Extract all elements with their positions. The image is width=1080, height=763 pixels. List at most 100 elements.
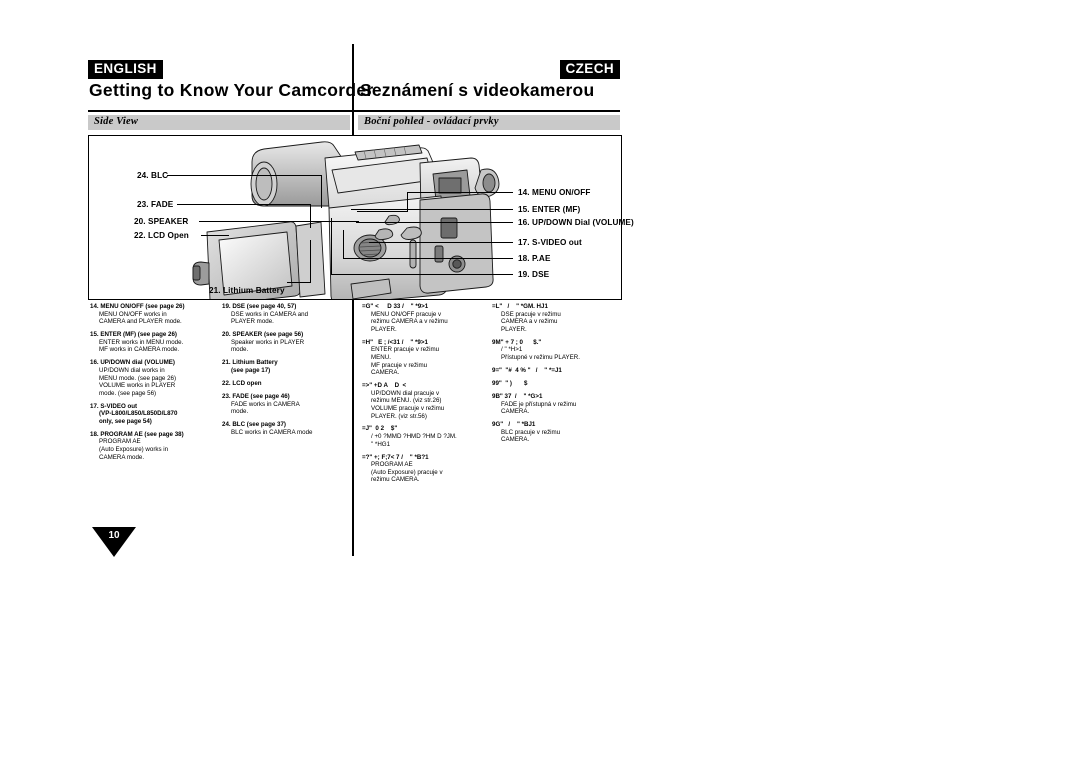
manual-entry: 9B" 37 / " *G>1 FADE je přístupná v režim…: [492, 393, 622, 416]
manual-entry-heading: =L" / " *GM. HJ1: [492, 303, 548, 310]
text-column-english-1: 14. MENU ON/OFF (see page 26) MENU ON/OFF…: [90, 303, 218, 467]
leader-blc: [167, 175, 322, 176]
manual-entry: 99" " ) $: [492, 380, 622, 388]
page-title-english: Getting to Know Your Camcorder: [89, 80, 374, 100]
manual-entry: 9G" / " *BJ1 BLC pracuje v režimu CAMERA.: [492, 421, 622, 444]
manual-entry-heading: 9G" / " *BJ1: [492, 421, 536, 429]
manual-entry: 21. Lithium Battery (see page 17): [222, 359, 352, 374]
manual-entry-body: / +0 ?MMD ?HMD ?HM D ?JM. " *HG1: [371, 433, 457, 448]
manual-entry: =>" +D A D < UP/DOWN dial pracuje v režim…: [362, 382, 490, 420]
figure-label-speaker: 20. SPEAKER: [134, 217, 189, 226]
manual-entry: 16. UP/DOWN dial (VOLUME) UP/DOWN dial wo…: [90, 359, 218, 397]
manual-entry-body: DSE works in CAMERA and PLAYER mode.: [231, 310, 309, 326]
manual-entry-body: / " *H>1 Přístupné v režimu PLAYER.: [501, 346, 580, 361]
leader-speaker: [199, 221, 359, 222]
manual-entry-body: PROGRAM AE (Auto Exposure) works in CAME…: [99, 438, 169, 461]
figure-label-menu: 14. MENU ON/OFF: [518, 188, 591, 197]
figure-label-fade: 23. FADE: [137, 200, 174, 209]
section-bar-czech-label: Boční pohled - ovládací prvky: [364, 116, 499, 127]
manual-entry-heading: 18. PROGRAM AE (see page 38): [90, 430, 184, 438]
figure-label-battery: 21. Lithium Battery: [209, 286, 285, 295]
manual-entry: 9=" "# 4 % " / " *=J1: [492, 367, 622, 375]
leader-blc-v: [321, 175, 322, 208]
figure-label-svideo: 17. S-VIDEO out: [518, 238, 582, 247]
manual-entry-body: PROGRAM AE (Auto Exposure) pracuje v rež…: [371, 461, 443, 484]
figure-label-dse: 19. DSE: [518, 270, 550, 279]
manual-entry: 19. DSE (see page 40, 57) DSE works in CA…: [222, 303, 352, 326]
header-rule: [88, 110, 620, 112]
manual-entry-heading: =J" 0 2 $": [362, 425, 398, 433]
manual-entry-heading: 14. MENU ON/OFF (see page 26): [90, 303, 185, 310]
manual-entry: =?" +; F;7< 7 / " *B?1 PROGRAM AE (Auto E…: [362, 454, 490, 484]
manual-entry-subheading: (see page 17): [231, 366, 271, 374]
leader-fade-v: [310, 204, 311, 228]
manual-entry-heading: =?" +; F;7< 7 / " *B?1: [362, 453, 429, 461]
manual-entry-heading: 21. Lithium Battery: [222, 359, 278, 367]
manual-entry: =J" 0 2 $" / +0 ?MMD ?HMD ?HM D ?JM. " *H…: [362, 425, 490, 448]
manual-entry-heading: 23. FADE (see page 46): [222, 392, 290, 400]
leader-lcd-open-line-real: [201, 235, 229, 236]
figure-label-lcd-open: 22. LCD Open: [134, 231, 189, 240]
manual-entry: 17. S-VIDEO out (VP-L800/L850/L850D/L870 …: [90, 403, 218, 426]
manual-entry-body: FADE works in CAMERA mode.: [231, 400, 300, 416]
manual-entry-body: BLC works in CAMERA mode: [231, 428, 313, 436]
manual-entry-heading: 9M" + 7 ; 0 $.": [492, 338, 542, 346]
manual-entry: =G" < D 33 / " *9>1 MENU ON/OFF pracuje v…: [362, 303, 490, 333]
leader-fade: [177, 204, 311, 205]
leader-svideo: [369, 242, 513, 243]
manual-entry-heading: 17. S-VIDEO out: [90, 402, 138, 410]
language-badge-english: ENGLISH: [88, 60, 163, 79]
manual-entry-body: MENU ON/OFF pracuje v režimu CAMERA a v …: [371, 310, 448, 333]
manual-entry: 9M" + 7 ; 0 $." / " *H>1 Přístupné v reži…: [492, 339, 622, 362]
manual-entry-heading: =G" < D 33 / " *9>1: [362, 303, 429, 310]
manual-entry-heading: =>" +D A D <: [362, 382, 407, 390]
manual-entry: 15. ENTER (MF) (see page 26) ENTER works …: [90, 331, 218, 354]
text-column-czech-2: =L" / " *GM. HJ1 DSE pracuje v režimu CAM…: [492, 303, 622, 449]
manual-entry-body: UP/DOWN dial works in MENU mode. (see pa…: [99, 366, 177, 397]
leader-menu2: [357, 211, 408, 212]
leader-pae-v: [343, 230, 344, 258]
manual-entry-body: ENTER pracuje v režimu MENU. MF pracuje …: [371, 346, 440, 377]
manual-entry: =H" E ; /<31 / " *9>1 ENTER pracuje v rež…: [362, 339, 490, 377]
leader-pae: [343, 258, 513, 259]
manual-entry-heading: 16. UP/DOWN dial (VOLUME): [90, 359, 175, 367]
manual-entry-body: Speaker works in PLAYER mode.: [231, 338, 305, 354]
manual-entry-heading: 22. LCD open: [222, 379, 262, 387]
manual-entry: 18. PROGRAM AE (see page 38) PROGRAM AE (…: [90, 431, 218, 461]
manual-entry-heading: 19. DSE (see page 40, 57): [222, 303, 297, 310]
leader-enter: [351, 209, 513, 210]
manual-entry: 14. MENU ON/OFF (see page 26) MENU ON/OFF…: [90, 303, 218, 326]
manual-entry-heading: 15. ENTER (MF) (see page 26): [90, 331, 177, 339]
text-column-english-2: 19. DSE (see page 40, 57) DSE works in CA…: [222, 303, 352, 442]
page-title-czech: Seznámení s videokamerou: [360, 80, 595, 100]
manual-entry: =L" / " *GM. HJ1 DSE pracuje v režimu CAM…: [492, 303, 622, 333]
manual-entry-body: BLC pracuje v režimu CAMERA.: [501, 428, 561, 444]
manual-entry-body: UP/DOWN dial pracuje v režimu MENU. (viz…: [371, 389, 445, 420]
manual-entry: 22. LCD open: [222, 380, 352, 388]
camcorder-figure: 24. BLC 23. FADE 20. SPEAKER 22. LCD Ope…: [88, 135, 634, 300]
page-header: ENGLISH CZECH Getting to Know Your Camco…: [88, 60, 620, 122]
leader-battery-v: [310, 240, 311, 282]
manual-entry-heading: 20. SPEAKER (see page 56): [222, 331, 304, 339]
leader-dse-v: [331, 218, 332, 274]
manual-entry-body: FADE je přístupná v režimu CAMERA.: [501, 400, 577, 416]
manual-entry: 24. BLC (see page 37) BLC works in CAMERA…: [222, 421, 352, 436]
figure-label-enter: 15. ENTER (MF): [518, 205, 581, 214]
manual-entry-body: DSE pracuje v režimu CAMERA a v režimu P…: [501, 310, 561, 333]
leader-dse: [331, 274, 513, 275]
manual-entry: 23. FADE (see page 46) FADE works in CAME…: [222, 393, 352, 416]
manual-entry-heading: 9B" 37 / " *G>1: [492, 392, 543, 400]
language-badge-czech: CZECH: [559, 60, 620, 79]
figure-label-blc: 24. BLC: [137, 171, 169, 180]
manual-entry-heading: =H" E ; /<31 / " *9>1: [362, 338, 428, 346]
section-bar-english: Side View: [88, 115, 350, 130]
section-bar-english-label: Side View: [94, 116, 139, 127]
manual-entry-heading: 9=" "# 4 % " / " *=J1: [492, 366, 562, 374]
leader-updown: [356, 222, 513, 223]
manual-entry-body: ENTER works in MENU mode. MF works in CA…: [99, 338, 184, 354]
text-column-czech-1: =G" < D 33 / " *9>1 MENU ON/OFF pracuje v…: [362, 303, 490, 489]
leader-menu: [407, 192, 513, 193]
manual-page: ENGLISH CZECH Getting to Know Your Camco…: [0, 0, 1080, 763]
manual-entry: 20. SPEAKER (see page 56) Speaker works i…: [222, 331, 352, 354]
figure-label-updown: 16. UP/DOWN Dial (VOLUME): [518, 218, 634, 227]
